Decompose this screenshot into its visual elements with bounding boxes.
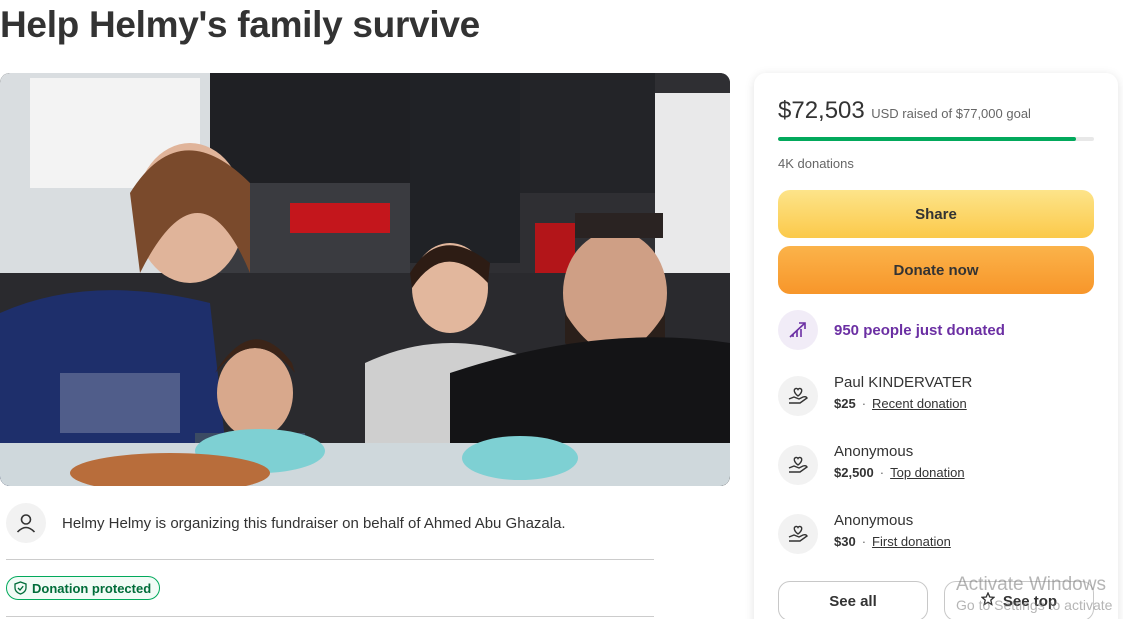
user-icon (6, 503, 46, 543)
donor-tag-link[interactable]: Top donation (890, 465, 964, 480)
donation-count: 4K donations (778, 156, 854, 171)
goal-text: USD raised of $77,000 goal (871, 106, 1031, 121)
trending-banner: 950 people just donated (778, 310, 1005, 350)
shield-icon (14, 581, 27, 595)
progress-fill (778, 137, 1076, 141)
see-top-button[interactable]: See top (944, 581, 1094, 619)
donor-item: Paul KINDERVATER $25 · Recent donation (778, 374, 972, 416)
divider (6, 559, 654, 560)
donor-amount: $30 (834, 534, 856, 549)
donation-sidebar: $72,503 USD raised of $77,000 goal 4K do… (754, 73, 1118, 619)
heart-hand-icon (778, 514, 818, 554)
donor-item: Anonymous $30 · First donation (778, 512, 951, 554)
heart-hand-icon (778, 445, 818, 485)
organizer-info: Helmy Helmy is organizing this fundraise… (6, 503, 566, 543)
star-icon (980, 591, 996, 610)
progress-bar (778, 137, 1094, 141)
donor-name: Anonymous (834, 443, 914, 460)
see-top-label: See top (1002, 592, 1058, 610)
divider (6, 616, 654, 617)
donate-now-button[interactable]: Donate now (778, 246, 1094, 294)
see-all-button[interactable]: See all (778, 581, 928, 619)
raised-amount: $72,503 (778, 97, 865, 124)
page-title: Help Helmy's family survive (0, 4, 480, 45)
trending-text: 950 people just donated (834, 321, 1005, 339)
trending-up-icon (778, 310, 818, 350)
raised-summary: $72,503 USD raised of $77,000 goal (778, 97, 1031, 125)
donor-tag-link[interactable]: Recent donation (872, 396, 967, 411)
donation-protected-badge[interactable]: Donation protected (6, 576, 161, 600)
donor-tag-link[interactable]: First donation (872, 534, 951, 549)
donor-amount: $2,500 (834, 465, 874, 480)
organizer-text: Helmy Helmy is organizing this fundraise… (62, 514, 566, 532)
badge-label: Donation protected (32, 580, 152, 596)
donor-name: Anonymous (834, 512, 914, 529)
donor-amount: $25 (834, 396, 856, 411)
donor-name: Paul KINDERVATER (834, 374, 973, 391)
fundraiser-photo (0, 73, 730, 486)
donor-item: Anonymous $2,500 · Top donation (778, 443, 965, 485)
heart-hand-icon (778, 376, 818, 416)
share-button[interactable]: Share (778, 190, 1094, 238)
